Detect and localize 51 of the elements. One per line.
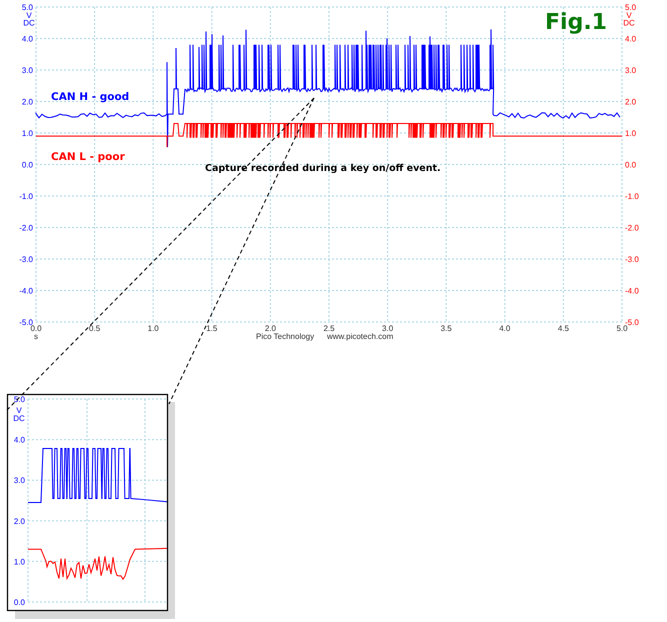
- x-axis-unit: s: [34, 332, 38, 341]
- x-axis-tick-label: 2.5: [323, 324, 335, 333]
- y-axis-tick-label: 2.0: [625, 98, 636, 106]
- y-axis-tick-label: 3.0: [14, 476, 25, 486]
- x-axis-tick-label: 0.5: [89, 324, 100, 333]
- y-axis-unit: V: [16, 406, 22, 415]
- x-axis-tick-label: 4.5: [558, 324, 569, 333]
- x-axis-tick-label: 2.0: [264, 324, 276, 333]
- y-axis-tick-label: 5.0: [14, 395, 25, 404]
- y-axis-tick-label: -4.0: [19, 286, 33, 296]
- x-axis-tick-label: 5.0: [616, 324, 628, 333]
- y-axis-tick-label: -3.0: [19, 255, 33, 264]
- y-axis-tick-label: 2.0: [14, 516, 25, 526]
- y-axis-tick-label: 4.0: [625, 34, 636, 44]
- y-axis-tick-label: -1.0: [625, 192, 639, 201]
- y-axis-tick-label: 5.0: [625, 3, 636, 12]
- y-axis-tick-label: 3.0: [625, 66, 636, 75]
- y-axis-unit: V: [626, 11, 632, 20]
- y-axis-unit: DC: [23, 18, 35, 28]
- y-axis-tick-label: -5.0: [19, 318, 33, 327]
- y-axis-tick-label: 3.0: [22, 66, 33, 75]
- trace-label: CAN H - good: [51, 91, 130, 103]
- y-axis-tick-label: 0.0: [14, 598, 25, 607]
- footer-text: Pico Technology: [256, 332, 314, 341]
- y-axis-tick-label: -3.0: [625, 255, 639, 264]
- y-axis-tick-label: 1.0: [625, 129, 636, 138]
- y-axis-tick-label: 0.0: [625, 160, 636, 170]
- y-axis-tick-label: -4.0: [625, 286, 639, 296]
- y-axis-tick-label: 4.0: [14, 436, 25, 445]
- y-axis-unit: DC: [623, 18, 635, 28]
- y-axis-tick-label: 0.0: [22, 160, 33, 170]
- figure-label: Fig.1: [545, 10, 607, 35]
- y-axis-tick-label: -2.0: [19, 224, 33, 232]
- y-axis-tick-label: 4.0: [22, 34, 33, 44]
- trace-label: CAN L - poor: [51, 151, 125, 163]
- y-axis-unit: V: [26, 11, 32, 20]
- y-axis-tick-label: 2.0: [22, 98, 33, 106]
- y-axis-tick-label: 1.0: [14, 557, 25, 566]
- x-axis-tick-label: 1.5: [206, 324, 218, 333]
- y-axis-tick-label: -5.0: [625, 318, 639, 327]
- y-axis-unit: DC: [13, 414, 25, 423]
- y-axis-tick-label: -2.0: [625, 224, 639, 232]
- y-axis-tick-label: -1.0: [19, 192, 33, 201]
- x-axis-tick-label: 3.0: [382, 324, 394, 333]
- caption-text: Capture recorded during a key on/off event.: [205, 163, 441, 174]
- y-axis-tick-label: 1.0: [22, 129, 33, 138]
- y-axis-tick-label: 5.0: [22, 3, 33, 12]
- x-axis-tick-label: 3.5: [440, 324, 452, 333]
- x-axis-tick-label: 1.0: [148, 324, 159, 333]
- x-axis-tick-label: 0.0: [30, 324, 42, 333]
- x-axis-tick-label: 4.0: [499, 324, 510, 333]
